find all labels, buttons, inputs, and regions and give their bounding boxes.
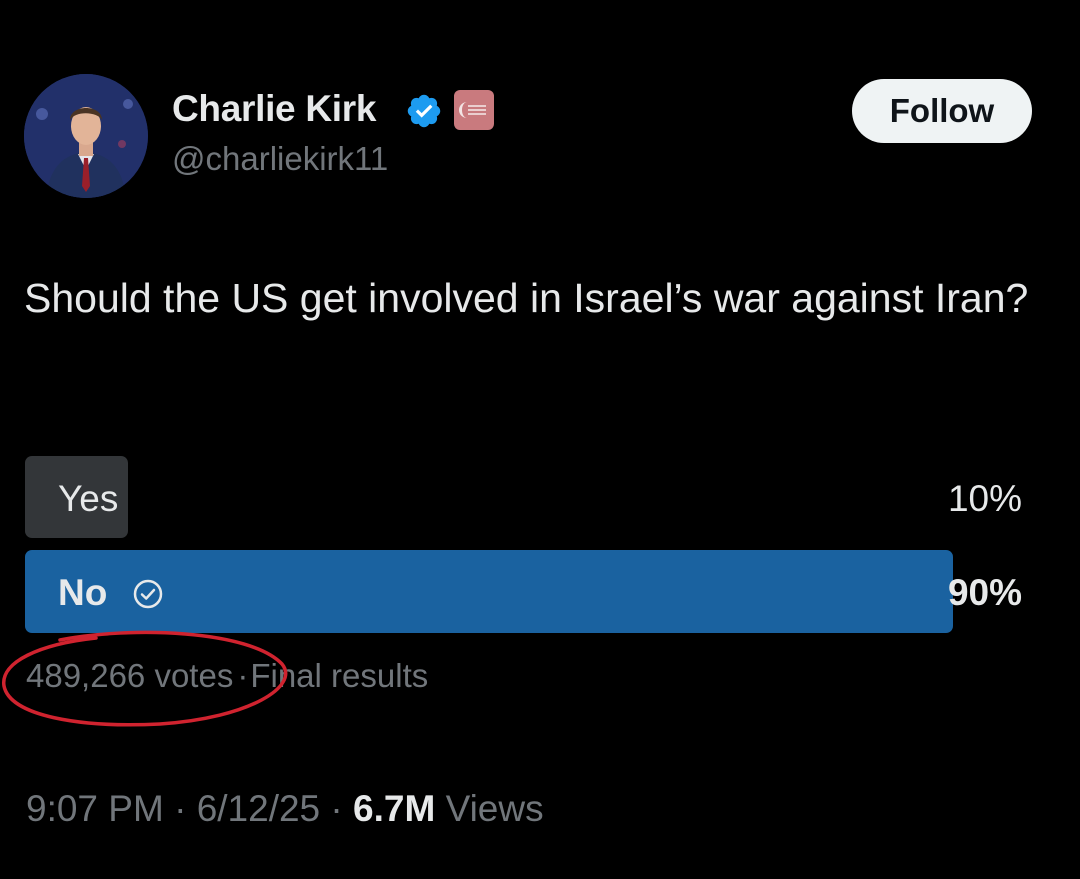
poll-percent-no: 90%	[947, 572, 1022, 613]
author-handle[interactable]: @charliekirk11	[172, 140, 388, 178]
poll-result-bar-no	[25, 550, 953, 633]
verified-badge-icon	[407, 94, 441, 128]
check-circle-icon	[133, 579, 163, 609]
avatar-image	[24, 74, 148, 198]
views-label: Views	[445, 788, 544, 829]
tweet-footer: 9:07 PM · 6/12/25 · 6.7M Views	[26, 788, 544, 830]
author-name[interactable]: Charlie Kirk	[172, 88, 376, 130]
poll-option-label-yes: Yes	[58, 478, 119, 519]
follow-button[interactable]: Follow	[852, 79, 1032, 143]
tweet-date[interactable]: 6/12/25	[197, 788, 320, 829]
tweet-time[interactable]: 9:07 PM	[26, 788, 164, 829]
tweet-text: Should the US get involved in Israel’s w…	[24, 275, 1029, 321]
poll-percent-yes: 10%	[947, 478, 1022, 519]
footer-separator: ·	[174, 788, 187, 829]
views-count[interactable]: 6.7M	[353, 788, 435, 829]
poll-option-label-no: No	[58, 572, 108, 613]
red-annotation-circle	[2, 630, 288, 727]
affiliation-badge-icon[interactable]	[454, 90, 494, 130]
avatar[interactable]	[24, 74, 148, 198]
footer-separator: ·	[330, 788, 343, 829]
